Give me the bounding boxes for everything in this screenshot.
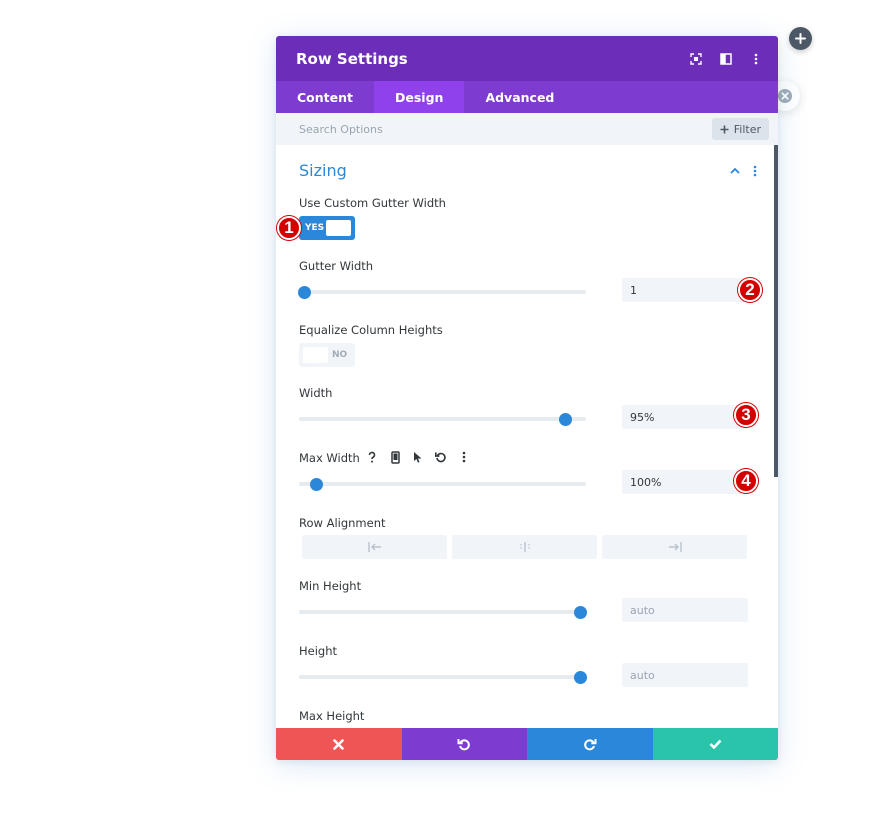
close-icon bbox=[333, 738, 345, 750]
slider-thumb[interactable] bbox=[573, 670, 587, 684]
section-title: Sizing bbox=[299, 161, 347, 180]
step-badge-1: 1 bbox=[277, 216, 301, 240]
tab-design[interactable]: Design bbox=[374, 81, 465, 113]
toggle-knob bbox=[326, 220, 351, 236]
equalize-heights-label: Equalize Column Heights bbox=[299, 323, 443, 337]
chevron-up-icon[interactable] bbox=[726, 162, 744, 180]
cancel-button[interactable] bbox=[276, 728, 402, 760]
search-input[interactable] bbox=[299, 122, 712, 136]
step-badge-3: 3 bbox=[734, 403, 758, 427]
search-bar: Filter bbox=[276, 113, 778, 145]
width-label: Width bbox=[299, 386, 333, 400]
row-alignment-label: Row Alignment bbox=[299, 516, 386, 530]
custom-gutter-label: Use Custom Gutter Width bbox=[299, 196, 446, 210]
scrollbar[interactable] bbox=[774, 145, 778, 477]
max-width-label: Max Width bbox=[299, 451, 360, 465]
align-center-button[interactable] bbox=[452, 535, 597, 559]
plus-icon bbox=[795, 33, 806, 44]
align-left-icon bbox=[367, 542, 381, 552]
tab-advanced[interactable]: Advanced bbox=[464, 81, 575, 113]
align-center-icon bbox=[519, 542, 530, 552]
slider-thumb[interactable] bbox=[309, 477, 323, 491]
close-circle-icon bbox=[778, 89, 792, 103]
plus-icon bbox=[720, 125, 729, 133]
slider-thumb[interactable] bbox=[573, 605, 587, 619]
undo-icon bbox=[457, 739, 471, 751]
width-slider[interactable] bbox=[299, 412, 586, 426]
settings-content[interactable]: Sizing Use Custom Gutter Width YES 1 Gut… bbox=[276, 145, 774, 728]
max-height-label: Max Height bbox=[299, 709, 365, 723]
min-height-label: Min Height bbox=[299, 579, 362, 593]
expand-icon[interactable] bbox=[682, 45, 710, 73]
undo-button[interactable] bbox=[401, 728, 527, 760]
equalize-heights-toggle[interactable]: NO bbox=[299, 343, 355, 367]
max-width-input[interactable] bbox=[622, 470, 748, 494]
section-header-sizing[interactable]: Sizing bbox=[299, 161, 764, 180]
more-vertical-icon[interactable] bbox=[455, 448, 473, 466]
mobile-icon[interactable] bbox=[386, 448, 404, 466]
height-slider[interactable] bbox=[299, 670, 587, 684]
redo-button[interactable] bbox=[527, 728, 653, 760]
step-badge-4: 4 bbox=[734, 469, 758, 493]
width-input[interactable] bbox=[622, 405, 748, 429]
custom-gutter-toggle[interactable]: YES bbox=[299, 216, 355, 240]
row-alignment-group bbox=[302, 535, 747, 559]
toggle-state-text: NO bbox=[332, 350, 348, 360]
more-vertical-icon[interactable] bbox=[746, 162, 764, 180]
sidebar-layout-icon[interactable] bbox=[712, 45, 740, 73]
filter-label: Filter bbox=[733, 122, 761, 136]
gutter-width-input[interactable] bbox=[622, 278, 748, 302]
check-icon bbox=[709, 739, 722, 749]
toggle-knob bbox=[303, 347, 328, 363]
slider-thumb[interactable] bbox=[559, 412, 573, 426]
max-width-tools bbox=[363, 448, 473, 466]
max-width-slider[interactable] bbox=[299, 477, 586, 491]
gutter-width-label: Gutter Width bbox=[299, 259, 374, 273]
align-left-button[interactable] bbox=[302, 535, 447, 559]
tab-content[interactable]: Content bbox=[276, 81, 374, 113]
modal-header: Row Settings bbox=[276, 36, 778, 81]
height-label: Height bbox=[299, 644, 338, 658]
reset-icon[interactable] bbox=[432, 448, 450, 466]
align-right-button[interactable] bbox=[602, 535, 747, 559]
redo-icon bbox=[583, 739, 597, 751]
modal-title: Row Settings bbox=[296, 49, 408, 68]
save-button[interactable] bbox=[652, 728, 778, 760]
modal-footer bbox=[276, 728, 778, 760]
align-right-icon bbox=[668, 542, 682, 552]
tab-bar: Content Design Advanced bbox=[276, 81, 778, 113]
row-settings-modal: Row Settings Content Design Advanced Fil… bbox=[276, 36, 778, 760]
filter-button[interactable]: Filter bbox=[711, 118, 769, 140]
min-height-slider[interactable] bbox=[299, 605, 587, 619]
cursor-icon[interactable] bbox=[409, 448, 427, 466]
toggle-state-text: YES bbox=[305, 223, 325, 233]
help-icon[interactable] bbox=[363, 448, 381, 466]
add-row-button[interactable] bbox=[789, 27, 812, 50]
height-input[interactable] bbox=[622, 663, 748, 687]
more-vertical-icon[interactable] bbox=[742, 45, 770, 73]
gutter-width-slider[interactable] bbox=[298, 285, 586, 299]
min-height-input[interactable] bbox=[622, 598, 748, 622]
step-badge-2: 2 bbox=[738, 278, 762, 302]
slider-thumb[interactable] bbox=[298, 285, 312, 299]
